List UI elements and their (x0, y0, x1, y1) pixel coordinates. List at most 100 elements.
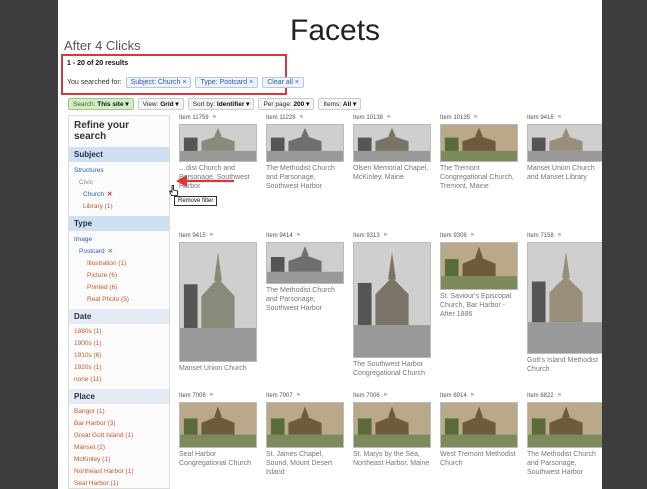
result-card[interactable]: Item 6914 ⚑ West Tremont Methodist Church (440, 392, 518, 468)
chip-type-postcard[interactable]: Type: Postcard × (195, 77, 259, 88)
church-photo-thumbnail[interactable] (179, 242, 257, 362)
sort-dropdown[interactable]: Sort by: Identifier ▾ (187, 98, 255, 110)
result-card[interactable]: Item 9306 ⚑ St. Saviour's Episcopal Church… (440, 232, 518, 319)
facet-link[interactable]: none (11) (69, 374, 169, 386)
facet-link[interactable]: Bangor (1) (69, 406, 169, 418)
result-card[interactable]: Item 9415 ⚑ Manset Union Church (179, 232, 257, 373)
church-photo-thumbnail[interactable] (179, 402, 257, 448)
flag-icon[interactable]: ⚑ (557, 393, 562, 399)
facet-type-subitem[interactable]: Illustration (1) (69, 258, 169, 270)
chip-subject-church[interactable]: Subject: Church × (125, 77, 192, 88)
church-photo-thumbnail[interactable] (353, 402, 431, 448)
flag-icon[interactable]: ⚑ (299, 115, 304, 121)
item-caption[interactable]: St. Saviour's Episcopal Church, Bar Harb… (440, 292, 518, 319)
clear-all-button[interactable]: Clear all × (262, 77, 304, 88)
result-card[interactable]: Item 7008 ⚑ Seal Harbor Congregational Chu… (179, 392, 257, 468)
item-id[interactable]: Item 7006 (353, 393, 380, 399)
item-id[interactable]: Item 10135 (440, 115, 470, 121)
church-photo-thumbnail[interactable] (353, 242, 431, 358)
result-card[interactable]: Item 7006 ⚑ St. Marys by the Sea, Northeas… (353, 392, 431, 468)
item-id[interactable]: Item 7158 (527, 233, 554, 239)
flag-icon[interactable]: ⚑ (383, 233, 388, 239)
facet-link[interactable]: 1920s (1) (69, 362, 169, 374)
result-card[interactable]: Item 9416 ⚑ Manset Union Church and Manset… (527, 114, 602, 182)
flag-icon[interactable]: ⚑ (212, 115, 217, 121)
facet-type-header[interactable]: Type (69, 216, 169, 231)
church-photo-thumbnail[interactable] (179, 124, 257, 162)
facet-link[interactable]: Great Gott Island (1) (69, 430, 169, 442)
item-caption[interactable]: The Southwest Harbor Congregational Chur… (353, 360, 431, 378)
flag-icon[interactable]: ⚑ (470, 233, 475, 239)
church-photo-thumbnail[interactable] (440, 242, 518, 290)
flag-icon[interactable]: ⚑ (296, 393, 301, 399)
item-id[interactable]: Item 9416 (527, 115, 554, 121)
church-photo-thumbnail[interactable] (266, 124, 344, 162)
item-id[interactable]: Item 9415 (179, 233, 206, 239)
remove-postcard-filter-icon[interactable]: ✕ (108, 248, 113, 255)
facet-link[interactable]: Northeast Harbor (1) (69, 466, 169, 478)
facet-link[interactable]: Seal Harbor (1) (69, 478, 169, 489)
church-photo-thumbnail[interactable] (527, 124, 602, 162)
flag-icon[interactable]: ⚑ (470, 393, 475, 399)
item-caption[interactable]: Gott's Island Methodist Church (527, 356, 602, 374)
flag-icon[interactable]: ⚑ (386, 115, 391, 121)
item-id[interactable]: Item 9414 (266, 233, 293, 239)
church-photo-thumbnail[interactable] (440, 124, 518, 162)
items-dropdown[interactable]: Items: All ▾ (318, 98, 362, 110)
item-caption[interactable]: The Methodist Church and Parsonage, Sout… (266, 164, 344, 191)
flag-icon[interactable]: ⚑ (296, 233, 301, 239)
facet-link[interactable]: Bar Harbor (3) (69, 418, 169, 430)
result-card[interactable]: Item 7158 ⚑ Gott's Island Methodist Church (527, 232, 602, 374)
item-id[interactable]: Item 7007 (266, 393, 293, 399)
facet-type-subitem[interactable]: Printed (6) (69, 282, 169, 294)
item-caption[interactable]: The Methodist Church and Parsonage, Sout… (527, 450, 602, 477)
item-id[interactable]: Item 9313 (353, 233, 380, 239)
flag-icon[interactable]: ⚑ (209, 233, 214, 239)
result-card[interactable]: Item 10135 ⚑ The Tremont Congregational Ch… (440, 114, 518, 191)
facet-structures[interactable]: Structures (69, 165, 169, 177)
item-caption[interactable]: Manset Union Church and Manset Library (527, 164, 602, 182)
facet-image[interactable]: Image (69, 234, 169, 246)
facet-library[interactable]: Library (1) (69, 201, 169, 213)
flag-icon[interactable]: ⚑ (209, 393, 214, 399)
item-id[interactable]: Item 11228 (266, 115, 296, 121)
result-card[interactable]: Item 10138 ⚑ Olsen Memorial Chapel, McKinl… (353, 114, 431, 182)
church-photo-thumbnail[interactable] (353, 124, 431, 162)
flag-icon[interactable]: ⚑ (557, 233, 562, 239)
item-id[interactable]: Item 11759 (179, 115, 209, 121)
facet-link[interactable]: 1910s (6) (69, 350, 169, 362)
item-caption[interactable]: St. James Chapel, Sound, Mount Desert Is… (266, 450, 344, 477)
flag-icon[interactable]: ⚑ (473, 115, 478, 121)
facet-link[interactable]: McKinley (1) (69, 454, 169, 466)
church-photo-thumbnail[interactable] (266, 242, 344, 284)
item-id[interactable]: Item 10138 (353, 115, 383, 121)
item-caption[interactable]: Manset Union Church (179, 364, 257, 373)
remove-church-filter-icon[interactable]: ✕ (107, 191, 112, 198)
result-card[interactable]: Item 7007 ⚑ St. James Chapel, Sound, Mount… (266, 392, 344, 477)
facet-link[interactable]: 1880s (1) (69, 326, 169, 338)
facet-link[interactable]: Manset (2) (69, 442, 169, 454)
flag-icon[interactable]: ⚑ (557, 115, 562, 121)
item-caption[interactable]: The Tremont Congregational Church, Tremo… (440, 164, 518, 191)
result-card[interactable]: Item 6822 ⚑ The Methodist Church and Parso… (527, 392, 602, 477)
per-page-dropdown[interactable]: Per page: 200 ▾ (258, 98, 315, 110)
facet-link[interactable]: 1900s (1) (69, 338, 169, 350)
result-card[interactable]: Item 11228 ⚑ The Methodist Church and Pars… (266, 114, 344, 191)
item-id[interactable]: Item 7008 (179, 393, 206, 399)
facet-place-header[interactable]: Place (69, 389, 169, 404)
item-id[interactable]: Item 6914 (440, 393, 467, 399)
item-caption[interactable]: The Methodist Church and Parsonage, Sout… (266, 286, 344, 313)
item-id[interactable]: Item 6822 (527, 393, 554, 399)
item-caption[interactable]: St. Marys by the Sea, Northeast Harbor, … (353, 450, 431, 468)
item-id[interactable]: Item 9306 (440, 233, 467, 239)
view-dropdown[interactable]: View: Grid ▾ (137, 98, 184, 110)
result-card[interactable]: Item 9414 ⚑ The Methodist Church and Parso… (266, 232, 344, 313)
item-caption[interactable]: West Tremont Methodist Church (440, 450, 518, 468)
facet-type-subitem[interactable]: Picture (6) (69, 270, 169, 282)
church-photo-thumbnail[interactable] (440, 402, 518, 448)
item-caption[interactable]: Seal Harbor Congregational Church (179, 450, 257, 468)
facet-civic[interactable]: Civic (69, 177, 169, 189)
item-caption[interactable]: Olsen Memorial Chapel, McKinley, Maine (353, 164, 431, 182)
facet-type-subitem[interactable]: Real Photo (5) (69, 294, 169, 306)
search-scope-dropdown[interactable]: Search: This site ▾ (68, 98, 134, 110)
